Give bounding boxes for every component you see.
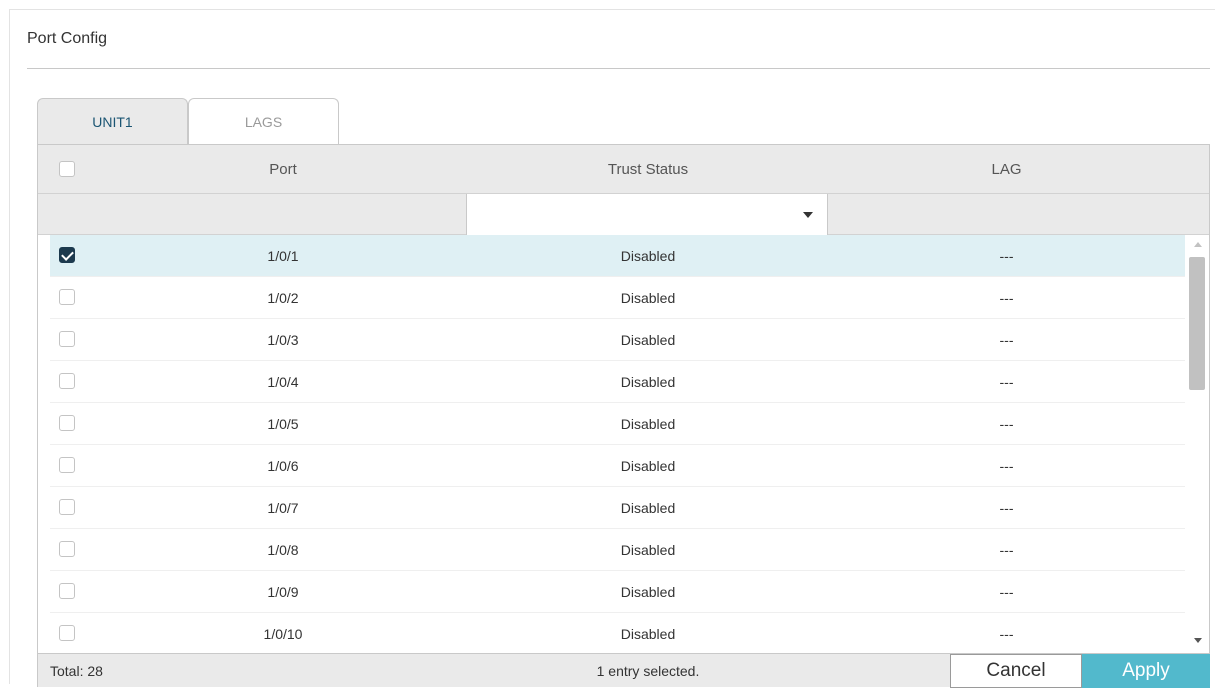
cell-trust-status: Disabled <box>620 499 676 516</box>
row-checkbox[interactable] <box>59 541 75 557</box>
cell-lag: --- <box>999 331 1014 348</box>
cell-lag: --- <box>999 583 1014 600</box>
row-checkbox[interactable] <box>59 499 75 515</box>
cell-trust-status: Disabled <box>620 583 676 600</box>
row-checkbox[interactable] <box>59 331 75 347</box>
cell-port: 1/0/9 <box>267 583 299 600</box>
row-checkbox[interactable] <box>59 247 75 263</box>
chevron-down-icon <box>803 212 813 218</box>
cell-trust-status: Disabled <box>620 415 676 432</box>
table-row[interactable]: 1/0/8 Disabled --- <box>50 529 1185 571</box>
row-checkbox[interactable] <box>59 373 75 389</box>
column-header-trust-status[interactable]: Trust Status <box>468 145 828 194</box>
cell-trust-status: Disabled <box>620 541 676 558</box>
title-divider <box>27 68 1210 69</box>
port-config-panel: Port Config UNIT1 LAGS Port Trust Status… <box>9 9 1215 688</box>
table-body: 1/0/1 Disabled --- 1/0/2 Disabled --- 1/0/3 Dis… <box>38 235 1209 653</box>
cell-trust-status: Disabled <box>620 289 676 306</box>
cell-lag: --- <box>999 247 1014 264</box>
vertical-scrollbar[interactable] <box>1186 235 1209 653</box>
cell-port: 1/0/10 <box>263 625 303 642</box>
cell-trust-status: Disabled <box>620 247 676 264</box>
arrow-down-icon[interactable] <box>1194 638 1202 643</box>
table-row[interactable]: 1/0/7 Disabled --- <box>50 487 1185 529</box>
cell-lag: --- <box>999 373 1014 390</box>
cell-trust-status: Disabled <box>620 625 676 642</box>
cancel-button[interactable]: Cancel <box>950 654 1082 688</box>
cell-port: 1/0/7 <box>267 499 299 516</box>
row-checkbox[interactable] <box>59 583 75 599</box>
row-checkbox[interactable] <box>59 415 75 431</box>
table-row[interactable]: 1/0/1 Disabled --- <box>50 235 1185 277</box>
table-row[interactable]: 1/0/5 Disabled --- <box>50 403 1185 445</box>
table-row[interactable]: 1/0/3 Disabled --- <box>50 319 1185 361</box>
selection-status: 1 entry selected. <box>596 663 700 679</box>
cell-trust-status: Disabled <box>620 457 676 474</box>
column-header-port[interactable]: Port <box>98 145 468 194</box>
table-row[interactable]: 1/0/2 Disabled --- <box>50 277 1185 319</box>
cell-lag: --- <box>999 541 1014 558</box>
cell-port: 1/0/4 <box>267 373 299 390</box>
table-row[interactable]: 1/0/9 Disabled --- <box>50 571 1185 613</box>
tab-unit1[interactable]: UNIT1 <box>37 98 188 145</box>
row-checkbox[interactable] <box>59 289 75 305</box>
cell-lag: --- <box>999 457 1014 474</box>
apply-button[interactable]: Apply <box>1082 654 1210 688</box>
table-row[interactable]: 1/0/4 Disabled --- <box>50 361 1185 403</box>
total-count: Total: 28 <box>50 663 103 679</box>
cell-lag: --- <box>999 499 1014 516</box>
cell-trust-status: Disabled <box>620 373 676 390</box>
cell-port: 1/0/6 <box>267 457 299 474</box>
arrow-up-icon[interactable] <box>1194 242 1202 247</box>
cell-trust-status: Disabled <box>620 331 676 348</box>
table-footer: Total: 28 1 entry selected. Cancel Apply <box>38 653 1210 688</box>
cell-port: 1/0/1 <box>267 247 299 264</box>
row-checkbox[interactable] <box>59 625 75 641</box>
unit-tabs: UNIT1 LAGS <box>37 98 339 145</box>
port-table: Port Trust Status LAG 1/0/1 Disabled --- 1/… <box>37 144 1210 688</box>
tab-lags[interactable]: LAGS <box>188 98 339 145</box>
scrollbar-thumb[interactable] <box>1189 257 1205 390</box>
cell-port: 1/0/5 <box>267 415 299 432</box>
cell-port: 1/0/3 <box>267 331 299 348</box>
cell-lag: --- <box>999 289 1014 306</box>
cell-port: 1/0/8 <box>267 541 299 558</box>
section-title: Port Config <box>27 30 108 47</box>
table-row[interactable]: 1/0/6 Disabled --- <box>50 445 1185 487</box>
table-row[interactable]: 1/0/10 Disabled --- <box>50 613 1185 653</box>
trust-status-filter-select[interactable] <box>466 194 828 235</box>
row-checkbox[interactable] <box>59 457 75 473</box>
cell-port: 1/0/2 <box>267 289 299 306</box>
select-all-checkbox[interactable] <box>59 161 75 177</box>
cell-lag: --- <box>999 625 1014 642</box>
column-header-lag[interactable]: LAG <box>828 145 1185 194</box>
table-header: Port Trust Status LAG <box>38 145 1209 194</box>
filter-row <box>38 194 1209 235</box>
cell-lag: --- <box>999 415 1014 432</box>
